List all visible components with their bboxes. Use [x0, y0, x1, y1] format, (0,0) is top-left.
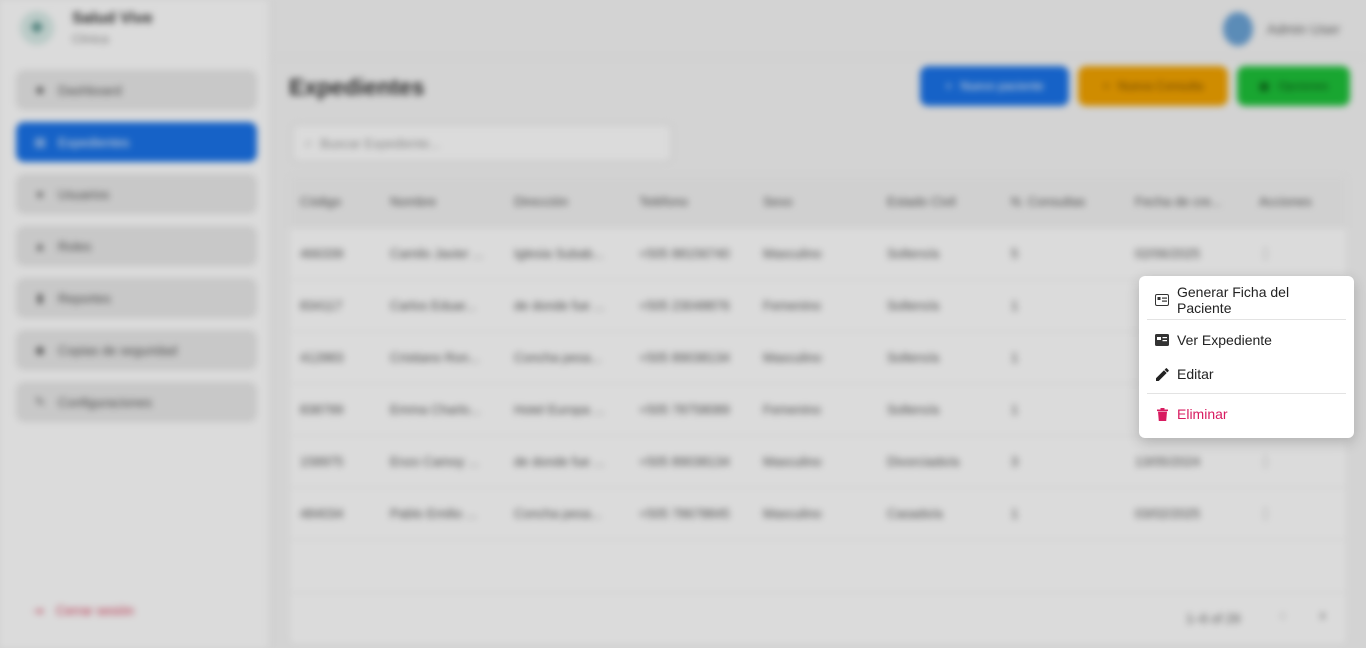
menu-item-label: Eliminar — [1177, 406, 1228, 422]
generate-patient-sheet-item[interactable]: Generar Ficha del Paciente — [1147, 284, 1346, 316]
edit-item[interactable]: Editar — [1147, 358, 1346, 390]
pencil-icon — [1155, 367, 1169, 381]
row-actions-menu: Generar Ficha del Paciente Ver Expedient… — [1139, 276, 1354, 438]
view-record-item[interactable]: Ver Expediente — [1147, 324, 1346, 356]
id-card-icon — [1155, 293, 1169, 307]
delete-item[interactable]: Eliminar — [1147, 398, 1346, 430]
record-card-icon — [1155, 333, 1169, 347]
menu-item-label: Ver Expediente — [1177, 332, 1272, 348]
menu-divider — [1147, 393, 1346, 394]
menu-item-label: Generar Ficha del Paciente — [1177, 284, 1290, 316]
trash-icon — [1155, 407, 1169, 421]
menu-divider — [1147, 319, 1346, 320]
menu-item-label: Editar — [1177, 366, 1214, 382]
